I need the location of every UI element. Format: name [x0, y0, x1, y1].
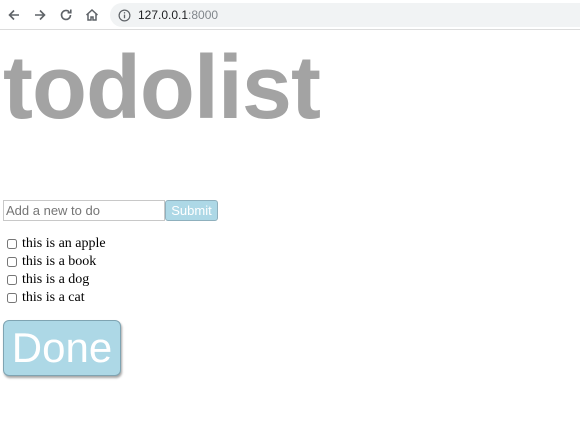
todo-item: this is a cat: [6, 289, 106, 307]
info-icon[interactable]: [118, 8, 132, 22]
todo-item: this is an apple: [6, 235, 106, 253]
page-title: todolist: [3, 38, 321, 138]
back-icon[interactable]: [4, 5, 24, 25]
todo-text: this is a book: [22, 254, 97, 269]
url-port: :8000: [188, 8, 219, 22]
forward-icon[interactable]: [30, 5, 50, 25]
done-button[interactable]: Done: [3, 320, 121, 376]
address-bar[interactable]: 127.0.0.1:8000: [110, 3, 580, 27]
todo-checkbox[interactable]: [7, 239, 17, 249]
todo-item: this is a book: [6, 253, 106, 271]
todo-checkbox[interactable]: [7, 293, 17, 303]
url-host: 127.0.0.1: [138, 8, 189, 22]
new-todo-input[interactable]: [3, 200, 165, 221]
browser-toolbar: 127.0.0.1:8000: [0, 0, 580, 30]
submit-button[interactable]: Submit: [165, 200, 218, 221]
todo-text: this is a dog: [22, 272, 90, 287]
todo-text: this is a cat: [22, 290, 85, 305]
todo-item: this is a dog: [6, 271, 106, 289]
todo-text: this is an apple: [22, 236, 106, 251]
home-icon[interactable]: [82, 5, 102, 25]
reload-icon[interactable]: [56, 5, 76, 25]
todo-checkbox[interactable]: [7, 257, 17, 267]
todo-checkbox[interactable]: [7, 275, 17, 285]
todo-list: this is an apple this is a book this is …: [6, 235, 106, 307]
